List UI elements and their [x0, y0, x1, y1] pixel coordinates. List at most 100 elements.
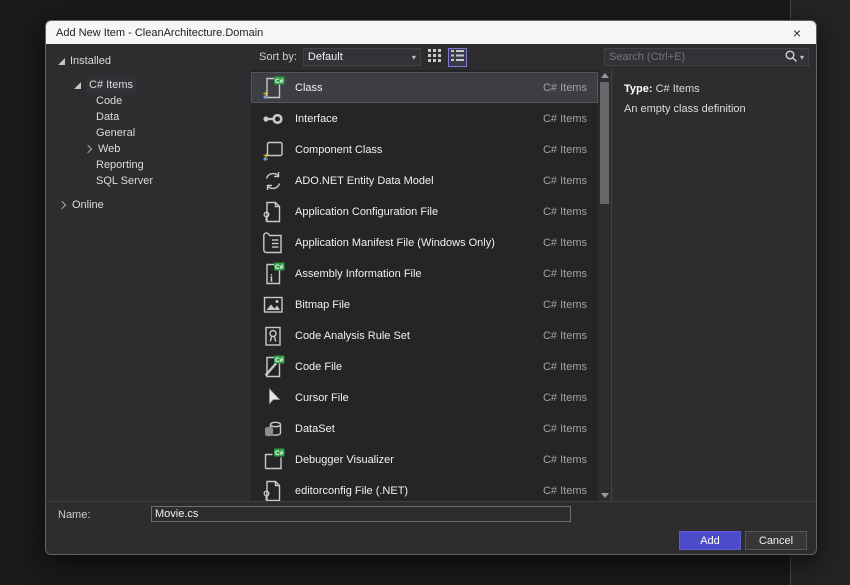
list-view-button[interactable] [447, 47, 467, 67]
svg-text:C#: C# [275, 357, 284, 364]
list-item-group: C# Items [542, 143, 587, 156]
list-item-editorconfig-file-net-[interactable]: editorconfig File (.NET) C# Items [251, 475, 598, 501]
list-item-bitmap-file[interactable]: Bitmap File C# Items [251, 289, 598, 320]
grid-view-icon [427, 49, 441, 65]
list-item-interface[interactable]: Interface C# Items [251, 103, 598, 134]
list-item-debugger-visualizer[interactable]: C# Debugger Visualizer C# Items [251, 444, 598, 475]
class-icon: C# [260, 75, 286, 101]
category-tree: Installed C# Items Code Data General Web Repor… [46, 44, 251, 501]
tree-item-online[interactable]: Online [46, 197, 251, 213]
grid-view-button[interactable] [425, 48, 444, 67]
expanded-icon[interactable] [74, 81, 81, 89]
tree-item-general[interactable]: General [46, 125, 251, 141]
list-view-icon [450, 49, 464, 65]
add-new-item-dialog: Add New Item - CleanArchitecture.Domain … [45, 20, 817, 555]
scrollbar-thumb[interactable] [600, 82, 609, 204]
list-item-group: C# Items [542, 81, 587, 94]
list-item-label: DataSet [295, 422, 335, 435]
debugger-visualizer-icon: C# [260, 447, 286, 473]
list-item-label: Class [295, 81, 323, 94]
tree-item-label: C# Items [86, 77, 137, 93]
cursor-icon [260, 385, 286, 411]
list-item-label: editorconfig File (.NET) [295, 484, 409, 497]
list-item-application-manifest-file-windows-only-[interactable]: Application Manifest File (Windows Only)… [251, 227, 598, 258]
list-item-component-class[interactable]: Component Class C# Items [251, 134, 598, 165]
list-item-group: C# Items [542, 236, 587, 249]
tree-item-reporting[interactable]: Reporting [46, 157, 251, 173]
list-item-group: C# Items [542, 360, 587, 373]
list-item-assembly-information-file[interactable]: C# i Assembly Information File C# Items [251, 258, 598, 289]
list-item-group: C# Items [542, 174, 587, 187]
assembly-info-icon: C# i [260, 261, 286, 287]
list-item-label: ADO.NET Entity Data Model [295, 174, 434, 187]
list-item-group: C# Items [542, 298, 587, 311]
list-item-dataset[interactable]: DataSet C# Items [251, 413, 598, 444]
collapsed-icon[interactable] [57, 200, 67, 210]
svg-text:C#: C# [275, 78, 284, 85]
template-list: C# Class C# Items Interface C# Items Componen… [251, 70, 611, 501]
collapsed-icon[interactable] [83, 144, 93, 154]
list-item-code-file[interactable]: C# Code File C# Items [251, 351, 598, 382]
list-scrollbar[interactable] [598, 70, 611, 501]
editorconfig-icon [260, 478, 286, 502]
tree-item-label: Online [72, 199, 104, 211]
list-item-cursor-file[interactable]: Cursor File C# Items [251, 382, 598, 413]
item-type-line: Type: C# Items [624, 83, 804, 95]
list-item-group: C# Items [542, 484, 587, 497]
code-analysis-icon [260, 323, 286, 349]
view-mode-buttons [421, 47, 467, 67]
list-item-label: Code Analysis Rule Set [295, 329, 410, 342]
list-item-label: Interface [295, 112, 338, 125]
tree-item-web[interactable]: Web [46, 141, 251, 157]
tree-item-installed[interactable]: Installed [46, 53, 251, 69]
search-scope-caret-icon[interactable]: ▾ [800, 53, 804, 62]
tree-item-label: Installed [70, 55, 111, 67]
component-class-icon [260, 137, 286, 163]
dialog-titlebar[interactable]: Add New Item - CleanArchitecture.Domain … [46, 21, 816, 44]
list-toolbar: Sort by: Default ▾ ▾ [251, 44, 816, 70]
list-item-group: C# Items [542, 422, 587, 435]
scroll-down-icon[interactable] [598, 490, 611, 501]
sort-by-label: Sort by: [259, 51, 297, 63]
close-icon[interactable]: × [788, 26, 806, 40]
chevron-down-icon: ▾ [411, 52, 416, 62]
list-item-label: Application Configuration File [295, 205, 439, 218]
sort-dropdown[interactable]: Default ▾ [302, 48, 421, 66]
dialog-title: Add New Item - CleanArchitecture.Domain [56, 26, 264, 39]
type-label: Type: [624, 83, 653, 95]
list-item-code-analysis-rule-set[interactable]: Code Analysis Rule Set C# Items [251, 320, 598, 351]
scroll-up-icon[interactable] [598, 70, 611, 81]
tree-item-sql-server[interactable]: SQL Server [46, 173, 251, 189]
expanded-icon[interactable] [58, 57, 65, 65]
tree-item-code[interactable]: Code [46, 93, 251, 109]
list-item-group: C# Items [542, 267, 587, 280]
item-details-panel: Type: C# Items An empty class definition [611, 70, 816, 501]
list-item-label: Assembly Information File [295, 267, 422, 280]
ado-net-entity-icon [260, 168, 286, 194]
list-item-label: Bitmap File [295, 298, 351, 311]
add-button[interactable]: Add [679, 531, 741, 550]
list-item-group: C# Items [542, 453, 587, 466]
search-box[interactable]: ▾ [604, 48, 809, 66]
tree-item-c-items[interactable]: C# Items [46, 77, 251, 93]
list-item-class[interactable]: C# Class C# Items [251, 72, 598, 103]
tree-item-data[interactable]: Data [46, 109, 251, 125]
list-item-label: Debugger Visualizer [295, 453, 394, 466]
app-manifest-icon [260, 230, 286, 256]
svg-text:C#: C# [275, 450, 284, 457]
list-item-ado-net-entity-data-model[interactable]: ADO.NET Entity Data Model C# Items [251, 165, 598, 196]
tree-item-label: Data [96, 111, 120, 123]
dialog-footer: Name: Add Cancel [46, 501, 816, 554]
tree-item-label: SQL Server [96, 175, 154, 187]
name-input[interactable] [151, 506, 571, 522]
app-config-icon [260, 199, 286, 225]
name-label: Name: [58, 509, 91, 521]
list-item-label: Cursor File [295, 391, 349, 404]
type-value: C# Items [655, 83, 700, 95]
search-input[interactable] [605, 51, 784, 63]
cancel-button[interactable]: Cancel [745, 531, 807, 550]
search-icon[interactable] [784, 49, 798, 66]
list-item-application-configuration-file[interactable]: Application Configuration File C# Items [251, 196, 598, 227]
dataset-icon [260, 416, 286, 442]
svg-text:C#: C# [275, 264, 284, 271]
